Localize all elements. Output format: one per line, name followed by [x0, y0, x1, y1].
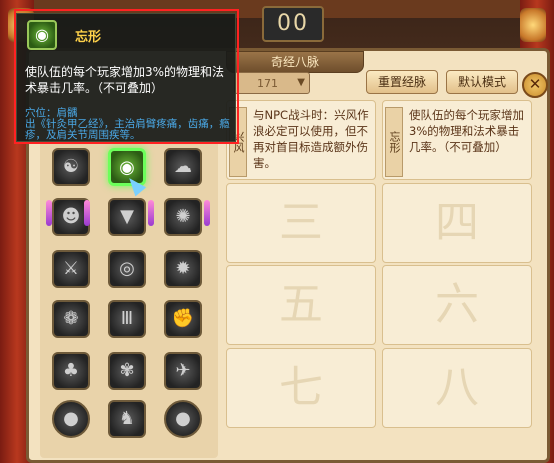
- panel-title: 奇经八脉: [226, 51, 364, 73]
- guardian-icon: ♣: [62, 360, 80, 381]
- meridian-card[interactable]: 兴风 与NPC战斗时：兴风作浪必定可以使用，但不再对首目标造成额外伤害。: [226, 100, 376, 180]
- skill-slot[interactable]: ✺: [164, 198, 202, 236]
- claw-icon: ⚔: [62, 258, 80, 279]
- skill-slot[interactable]: Ⅲ: [108, 300, 146, 338]
- fist-icon: ✊: [171, 308, 195, 329]
- skill-slot[interactable]: ☯: [52, 148, 90, 186]
- default-mode-button[interactable]: 默认模式: [446, 70, 518, 94]
- meridian-card[interactable]: 六: [382, 265, 532, 345]
- skull-icon: ☻: [61, 206, 81, 227]
- skill-slot[interactable]: ◎: [108, 250, 146, 288]
- card-watermark: 八: [435, 362, 479, 413]
- highlight-annotation: [14, 9, 239, 144]
- skill-slot[interactable]: ☁: [164, 148, 202, 186]
- card-watermark: 七: [279, 362, 323, 413]
- eye-icon: ◎: [119, 258, 135, 279]
- brush-decoration-icon: [204, 200, 210, 226]
- skill-slot[interactable]: ❁: [52, 300, 90, 338]
- meridian-card[interactable]: 忘形 使队伍的每个玩家增加3%的物理和法术暴击几率。（不可叠加）: [382, 100, 532, 180]
- card-watermark: 五: [279, 279, 323, 330]
- star-burst-icon: ✺: [175, 206, 191, 227]
- shield-icon: ▼: [120, 206, 134, 227]
- skill-slot[interactable]: ●: [52, 400, 90, 438]
- skill-slot[interactable]: ✈: [164, 352, 202, 390]
- card-watermark: 四: [435, 197, 479, 248]
- pillar-icon: Ⅲ: [120, 308, 134, 329]
- card-text: 与NPC战斗时：兴风作浪必定可以使用，但不再对首目标造成额外伤害。: [253, 108, 369, 170]
- brush-decoration-icon: [84, 200, 90, 226]
- skill-slot[interactable]: ▼: [108, 198, 146, 236]
- lantern-icon: [520, 8, 546, 42]
- close-button[interactable]: ✕: [522, 72, 548, 98]
- meridian-card[interactable]: 三: [226, 183, 376, 263]
- card-watermark: 三: [279, 197, 323, 248]
- orb-left-icon: ●: [63, 408, 79, 429]
- vortex-icon: ✹: [175, 258, 191, 279]
- dropdown-value: 171: [257, 77, 278, 90]
- reset-meridian-button[interactable]: 重置经脉: [366, 70, 438, 94]
- meridian-card[interactable]: 七: [226, 348, 376, 428]
- skill-slot[interactable]: ✊: [164, 300, 202, 338]
- cloud-swirl-icon: ❁: [63, 308, 79, 329]
- brush-decoration-icon: [46, 200, 52, 226]
- card-watermark: 六: [435, 279, 479, 330]
- orb-right-icon: ●: [175, 408, 191, 429]
- card-tag: 忘形: [385, 107, 403, 177]
- skill-slot[interactable]: ♞: [108, 400, 146, 438]
- level-dropdown[interactable]: 171 ▼: [234, 72, 310, 94]
- warrior-icon: ♞: [118, 408, 136, 429]
- skill-slot[interactable]: ✹: [164, 250, 202, 288]
- brush-decoration-icon: [148, 200, 154, 226]
- card-text: 使队伍的每个玩家增加3%的物理和法术暴击几率。（不可叠加）: [409, 108, 524, 154]
- chevron-down-icon: ▼: [297, 77, 305, 88]
- skill-slot[interactable]: ♣: [52, 352, 90, 390]
- blossom-icon: ✾: [119, 360, 135, 381]
- meridian-card[interactable]: 五: [226, 265, 376, 345]
- meridian-card[interactable]: 四: [382, 183, 532, 263]
- skill-slot[interactable]: ⚔: [52, 250, 90, 288]
- ink-swirl-icon: ☯: [62, 156, 80, 177]
- cloud-icon: ☁: [174, 156, 192, 177]
- skill-slot[interactable]: ✾: [108, 352, 146, 390]
- skill-slot[interactable]: ●: [164, 400, 202, 438]
- shop-sign: 00: [262, 6, 324, 42]
- wing-icon: ✈: [175, 360, 191, 381]
- meridian-card[interactable]: 八: [382, 348, 532, 428]
